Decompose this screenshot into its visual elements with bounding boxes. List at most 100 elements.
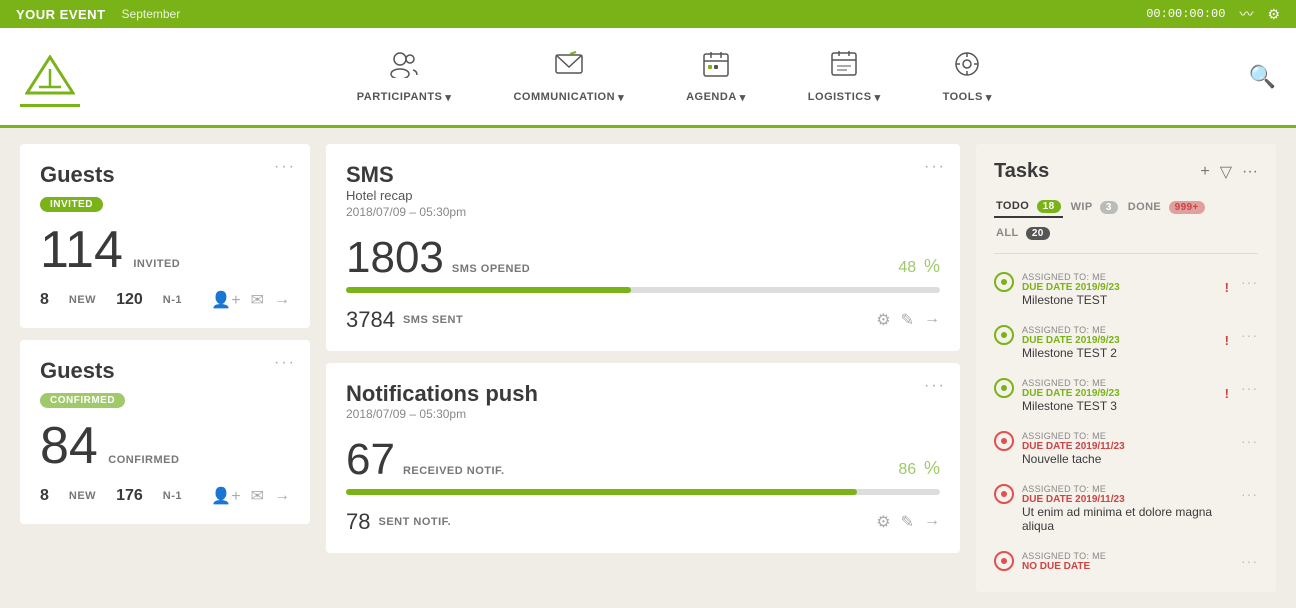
sms-date: 2018/07/09 – 05:30pm: [346, 205, 940, 219]
task-due: DUE DATE 2019/9/23: [1022, 282, 1217, 293]
notif-progress-bar: [346, 489, 940, 495]
nav-items: PARTICIPANTS ▾ COMMUNICATION ▾ AGENDA ▾: [100, 42, 1249, 112]
settings-icon[interactable]: ⚙: [1267, 6, 1280, 23]
invited-row: 8 NEW 120 N-1 👤+ ✉ →: [40, 290, 290, 310]
sms-menu[interactable]: ···: [924, 158, 946, 176]
task-item: ASSIGNED TO: ME DUE DATE 2019/9/23 Miles…: [994, 374, 1258, 417]
sms-title: SMS: [346, 162, 940, 188]
nav-item-participants[interactable]: PARTICIPANTS ▾: [341, 42, 468, 112]
activity-icon[interactable]: 〰: [1239, 4, 1253, 24]
task-options-menu[interactable]: ···: [1241, 274, 1258, 290]
notifications-card: ··· Notifications push 2018/07/09 – 05:3…: [326, 363, 960, 553]
notif-received-row: 67 RECEIVED NOTIF. 86 %: [346, 435, 940, 485]
confirmed-badge: CONFIRMED: [40, 393, 125, 408]
mail-icon[interactable]: ✉: [251, 290, 264, 310]
task-status-icon: [994, 378, 1014, 398]
tasks-add-button[interactable]: +: [1200, 163, 1209, 181]
notif-received-num: 67: [346, 435, 395, 485]
nav-item-logistics[interactable]: LOGISTICS ▾: [792, 42, 897, 112]
add-person-icon-2[interactable]: 👤+: [211, 486, 240, 506]
add-person-icon[interactable]: 👤+: [211, 290, 240, 310]
participants-label: PARTICIPANTS ▾: [357, 91, 452, 104]
tasks-filter-icon[interactable]: ▽: [1220, 162, 1232, 182]
nav-logo[interactable]: [20, 47, 80, 107]
guests-invited-title: Guests: [40, 162, 290, 188]
task-due: DUE DATE 2019/11/23: [1022, 441, 1233, 452]
task-status-icon: [994, 484, 1014, 504]
communication-label: COMMUNICATION ▾: [513, 91, 624, 104]
middle-column: ··· SMS Hotel recap 2018/07/09 – 05:30pm…: [326, 144, 960, 592]
confirmed-big-num: 84: [40, 417, 98, 475]
task-status-icon: [994, 272, 1014, 292]
tab-todo[interactable]: TODO 18: [994, 197, 1063, 218]
task-name: Nouvelle tache: [1022, 452, 1233, 466]
invited-n1-label: N-1: [163, 294, 182, 306]
task-item: ASSIGNED TO: ME DUE DATE 2019/9/23 Miles…: [994, 268, 1258, 311]
invited-big-num: 114: [40, 221, 123, 279]
task-name: Ut enim ad minima et dolore magna aliqua: [1022, 505, 1233, 533]
participants-icon: [389, 50, 419, 85]
sms-arrow-icon[interactable]: →: [924, 310, 940, 330]
topbar: YOUR EVENT September 00:00:00:00 〰 ⚙: [0, 0, 1296, 28]
invited-new-num: 8: [40, 291, 49, 309]
sms-settings-icon[interactable]: ⚙: [876, 310, 890, 330]
sms-opened-label: SMS OPENED: [452, 263, 530, 275]
notif-progress-fill: [346, 489, 857, 495]
sms-opened-percent: 48 %: [898, 247, 940, 279]
sms-edit-icon[interactable]: ✎: [901, 310, 914, 330]
task-body: ASSIGNED TO: ME DUE DATE 2019/9/23 Miles…: [1022, 325, 1217, 360]
notif-sent-num: 78: [346, 509, 370, 535]
sms-opened-row: 1803 SMS OPENED 48 %: [346, 233, 940, 283]
sms-sent-row: 3784 SMS SENT ⚙ ✎ →: [346, 307, 940, 333]
task-exclaim: !: [1225, 333, 1229, 348]
task-due: DUE DATE 2019/9/23: [1022, 388, 1217, 399]
logistics-icon: [829, 50, 859, 85]
communication-icon: [554, 50, 584, 85]
task-assigned: ASSIGNED TO: ME: [1022, 272, 1217, 282]
right-column: Tasks + ▽ ··· TODO 18 WIP 3 DONE 999+ AL…: [976, 144, 1276, 592]
notif-date: 2018/07/09 – 05:30pm: [346, 407, 940, 421]
tasks-tabs: TODO 18 WIP 3 DONE 999+ ALL 20: [994, 197, 1258, 254]
task-assigned: ASSIGNED TO: ME: [1022, 431, 1233, 441]
notif-sent-actions: ⚙ ✎ →: [876, 512, 940, 532]
notif-edit-icon[interactable]: ✎: [901, 512, 914, 532]
tab-done[interactable]: DONE 999+: [1126, 198, 1207, 217]
task-options-menu[interactable]: ···: [1241, 486, 1258, 502]
nav-item-communication[interactable]: COMMUNICATION ▾: [497, 42, 640, 112]
notif-menu[interactable]: ···: [924, 377, 946, 395]
task-body: ASSIGNED TO: ME DUE DATE 2019/9/23 Miles…: [1022, 378, 1217, 413]
task-options-menu[interactable]: ···: [1241, 433, 1258, 449]
arrow-icon[interactable]: →: [274, 291, 290, 309]
notif-arrow-icon[interactable]: →: [924, 512, 940, 532]
nav-item-tools[interactable]: TOOLS ▾: [927, 42, 1008, 112]
task-assigned: ASSIGNED TO: ME: [1022, 325, 1217, 335]
nav-item-agenda[interactable]: AGENDA ▾: [670, 42, 762, 112]
tab-wip[interactable]: WIP 3: [1069, 198, 1120, 217]
task-status-icon: [994, 551, 1014, 571]
timer-display: 00:00:00:00: [1146, 7, 1225, 21]
mail-icon-2[interactable]: ✉: [251, 486, 264, 506]
task-assigned: ASSIGNED TO: ME: [1022, 484, 1233, 494]
task-options-menu[interactable]: ···: [1241, 553, 1258, 569]
task-options-menu[interactable]: ···: [1241, 327, 1258, 343]
task-item: ASSIGNED TO: ME DUE DATE 2019/11/23 Nouv…: [994, 427, 1258, 470]
tab-all[interactable]: ALL 20: [994, 224, 1052, 243]
notif-sent-label: SENT NOTIF.: [378, 516, 451, 528]
guests-invited-menu[interactable]: ···: [274, 158, 296, 176]
task-item: ASSIGNED TO: ME DUE DATE 2019/9/23 Miles…: [994, 321, 1258, 364]
guests-confirmed-menu[interactable]: ···: [274, 354, 296, 372]
notif-settings-icon[interactable]: ⚙: [876, 512, 890, 532]
notif-received-label: RECEIVED NOTIF.: [403, 465, 505, 477]
navbar: PARTICIPANTS ▾ COMMUNICATION ▾ AGENDA ▾: [0, 28, 1296, 128]
tasks-menu-icon[interactable]: ···: [1242, 163, 1258, 181]
task-name: Milestone TEST 2: [1022, 346, 1217, 360]
task-body: ASSIGNED TO: ME DUE DATE 2019/9/23 Miles…: [1022, 272, 1217, 307]
event-title: YOUR EVENT: [16, 7, 106, 22]
confirmed-big-label: CONFIRMED: [108, 454, 179, 466]
topbar-right: 00:00:00:00 〰 ⚙: [1146, 4, 1280, 24]
search-button[interactable]: 🔍: [1249, 64, 1276, 90]
sms-card: ··· SMS Hotel recap 2018/07/09 – 05:30pm…: [326, 144, 960, 351]
task-options-menu[interactable]: ···: [1241, 380, 1258, 396]
arrow-icon-2[interactable]: →: [274, 487, 290, 505]
confirmed-new-num: 8: [40, 487, 49, 505]
